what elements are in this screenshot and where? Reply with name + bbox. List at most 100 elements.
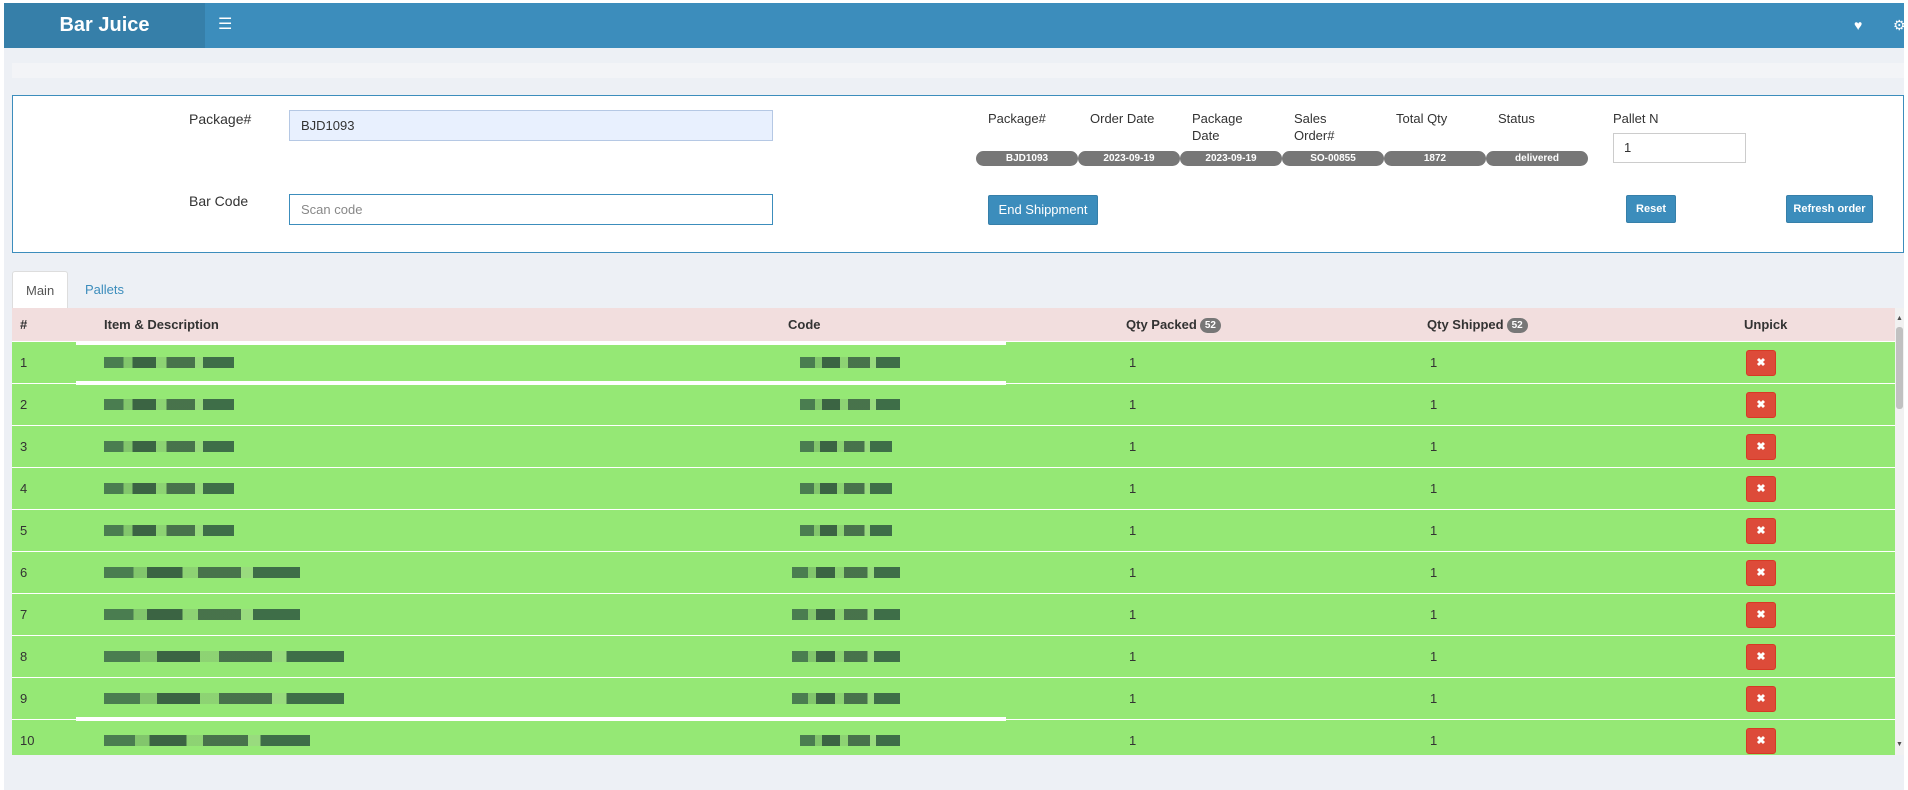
qty-shipped: 1	[1430, 439, 1438, 454]
qty-shipped-badge: 52	[1506, 318, 1528, 333]
item-code	[800, 483, 892, 494]
barcode-input[interactable]	[289, 194, 773, 225]
row-separator	[76, 381, 1006, 385]
barcode-label: Bar Code	[189, 193, 249, 209]
unpick-button[interactable]: ✖	[1746, 602, 1776, 628]
item-description	[104, 441, 234, 452]
qty-shipped: 1	[1430, 649, 1438, 664]
app-window: Bar Juice ☰ ♥ ⚙ Package# BJD1093 Bar Cod…	[4, 3, 1904, 790]
table-row: 10 1 1 ✖	[12, 719, 1895, 755]
close-icon: ✖	[1756, 693, 1766, 705]
row-number: 7	[20, 607, 28, 622]
tab-pallets[interactable]: Pallets	[72, 271, 137, 308]
qty-shipped: 1	[1430, 481, 1438, 496]
item-description	[104, 693, 344, 704]
qty-packed: 1	[1129, 565, 1137, 580]
unpick-button[interactable]: ✖	[1746, 686, 1776, 712]
qty-packed-label: Qty Packed	[1126, 317, 1197, 332]
summary-header-status: Status	[1498, 111, 1535, 126]
gear-icon[interactable]: ⚙	[1893, 16, 1904, 34]
item-code	[800, 399, 900, 410]
qty-packed: 1	[1129, 523, 1137, 538]
row-number: 9	[20, 691, 28, 706]
heart-icon[interactable]: ♥	[1854, 16, 1862, 34]
unpick-button[interactable]: ✖	[1746, 728, 1776, 754]
table-header: # Item & Description Code Qty Packed 52 Q…	[12, 308, 1895, 341]
close-icon: ✖	[1756, 483, 1766, 495]
package-input[interactable]: BJD1093	[289, 110, 773, 141]
col-header-unpick: Unpick	[1744, 317, 1788, 332]
close-icon: ✖	[1756, 441, 1766, 453]
table-row: 8 1 1 ✖	[12, 635, 1895, 677]
row-number: 6	[20, 565, 28, 580]
col-header-num: #	[20, 317, 28, 332]
qty-packed: 1	[1129, 397, 1137, 412]
unpick-button[interactable]: ✖	[1746, 560, 1776, 586]
row-number: 2	[20, 397, 28, 412]
qty-packed: 1	[1129, 733, 1137, 748]
qty-shipped: 1	[1430, 523, 1438, 538]
package-form-panel: Package# BJD1093 Bar Code Package# Order…	[12, 95, 1904, 253]
table-row: 6 1 1 ✖	[12, 551, 1895, 593]
package-date-badge: 2023-09-19	[1180, 151, 1282, 166]
refresh-order-button[interactable]: Refresh order	[1786, 195, 1873, 223]
item-code	[800, 441, 892, 452]
table-row: 2 1 1 ✖	[12, 383, 1895, 425]
row-number: 8	[20, 649, 28, 664]
qty-packed: 1	[1129, 355, 1137, 370]
col-header-qty-shipped: Qty Shipped 52	[1427, 308, 1528, 341]
qty-shipped: 1	[1430, 607, 1438, 622]
row-number: 4	[20, 481, 28, 496]
tab-main[interactable]: Main	[12, 271, 69, 308]
scroll-up-arrow-icon[interactable]: ▲	[1895, 313, 1904, 325]
summary-header-pallet: Pallet N	[1613, 111, 1659, 126]
summary-header-total-qty: Total Qty	[1396, 111, 1448, 126]
bars-icon[interactable]: ☰	[218, 16, 236, 34]
scroll-down-arrow-icon[interactable]: ▼	[1895, 739, 1904, 751]
unpick-button[interactable]: ✖	[1746, 518, 1776, 544]
row-number: 1	[20, 355, 28, 370]
qty-shipped: 1	[1430, 733, 1438, 748]
top-header: Bar Juice ☰ ♥ ⚙	[4, 3, 1904, 48]
scrollbar-thumb[interactable]	[1896, 327, 1903, 409]
close-icon: ✖	[1756, 609, 1766, 621]
item-description	[104, 609, 300, 620]
unpick-button[interactable]: ✖	[1746, 644, 1776, 670]
qty-shipped: 1	[1430, 397, 1438, 412]
col-header-item: Item & Description	[104, 317, 219, 332]
unpick-button[interactable]: ✖	[1746, 434, 1776, 460]
close-icon: ✖	[1756, 525, 1766, 537]
qty-packed: 1	[1129, 691, 1137, 706]
row-number: 3	[20, 439, 28, 454]
end-shipment-button[interactable]: End Shippment	[988, 195, 1098, 225]
item-code	[792, 609, 900, 620]
table-row: 4 1 1 ✖	[12, 467, 1895, 509]
qty-shipped-label: Qty Shipped	[1427, 317, 1504, 332]
pallet-number-input[interactable]: 1	[1613, 133, 1746, 163]
reset-button[interactable]: Reset	[1626, 195, 1676, 223]
order-date-badge: 2023-09-19	[1078, 151, 1180, 166]
table-row: 3 1 1 ✖	[12, 425, 1895, 467]
col-header-qty-packed: Qty Packed 52	[1126, 308, 1221, 341]
close-icon: ✖	[1756, 399, 1766, 411]
item-description	[104, 735, 310, 746]
item-description	[104, 357, 234, 368]
table-row: 1 1 1 ✖	[12, 341, 1895, 383]
close-icon: ✖	[1756, 735, 1766, 747]
breadcrumb-bar	[12, 63, 1904, 78]
qty-packed-badge: 52	[1199, 318, 1221, 333]
status-badge: delivered	[1486, 151, 1588, 166]
brand-logo[interactable]: Bar Juice	[4, 3, 205, 48]
unpick-button[interactable]: ✖	[1746, 476, 1776, 502]
row-separator	[76, 717, 1006, 721]
package-badge: BJD1093	[976, 151, 1078, 166]
unpick-button[interactable]: ✖	[1746, 392, 1776, 418]
item-code	[800, 525, 892, 536]
summary-header-sales-order: Sales Order#	[1294, 111, 1335, 143]
col-header-code: Code	[788, 317, 821, 332]
unpick-button[interactable]: ✖	[1746, 350, 1776, 376]
sales-order-badge: SO-00855	[1282, 151, 1384, 166]
qty-packed: 1	[1129, 649, 1137, 664]
item-description	[104, 525, 234, 536]
summary-header-order-date: Order Date	[1090, 111, 1155, 126]
